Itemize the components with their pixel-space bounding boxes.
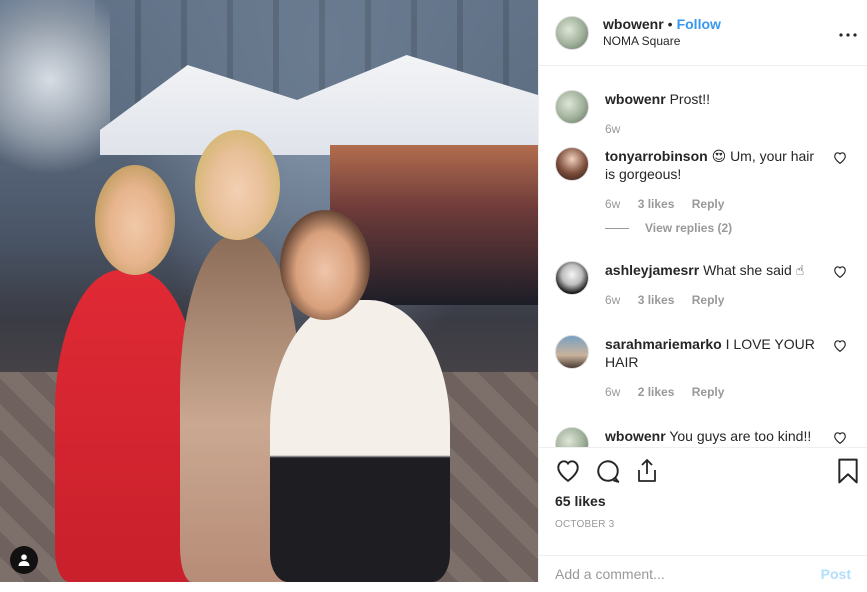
view-replies-line <box>605 227 629 229</box>
reply-button[interactable]: Reply <box>692 293 725 307</box>
share-icon[interactable] <box>635 458 659 489</box>
photo-person-right-head <box>280 210 370 320</box>
like-comment-icon[interactable] <box>833 151 847 169</box>
comment-icon[interactable] <box>595 458 621 489</box>
comment-time[interactable]: 6w <box>605 293 620 307</box>
comment-username[interactable]: tonyarrobinson <box>605 148 708 164</box>
caption-meta: 6w <box>605 122 851 136</box>
comment-meta: 6w 3 likes Reply <box>605 197 851 211</box>
like-comment-icon[interactable] <box>833 339 847 357</box>
view-replies-button[interactable]: View replies (2) <box>605 221 851 235</box>
comment-likes[interactable]: 3 likes <box>638 197 675 211</box>
comment-username[interactable]: ashleyjamesrr <box>605 262 699 278</box>
comment-username[interactable]: sarahmariemarko <box>605 336 722 352</box>
reply-button[interactable]: Reply <box>692 197 725 211</box>
comment-text: You guys are too kind!! <box>669 428 812 444</box>
separator-dot: • <box>667 15 673 32</box>
view-replies-label: View replies (2) <box>645 221 733 235</box>
avatar[interactable] <box>555 335 589 369</box>
reply-button[interactable]: Reply <box>692 385 725 399</box>
comment-likes[interactable]: 3 likes <box>638 293 675 307</box>
comment-username[interactable]: wbowenr <box>605 91 666 107</box>
avatar[interactable] <box>555 427 589 447</box>
comments-list[interactable]: wbowenr Prost!! 6w tonyarrobinson 😍 Um, … <box>539 67 867 447</box>
post-header-meta: wbowenr • Follow NOMA Square <box>603 16 721 50</box>
post-header: wbowenr • Follow NOMA Square <box>539 0 867 66</box>
comment-body: wbowenr You guys are too kind!! <box>605 427 823 445</box>
follow-button[interactable]: Follow <box>677 16 721 32</box>
caption-body: wbowenr Prost!! <box>605 90 823 108</box>
photo-person-center-head <box>195 130 280 240</box>
list-item: ashleyjamesrr What she said ☝ 6w 3 likes… <box>555 261 851 307</box>
comment-time[interactable]: 6w <box>605 385 620 399</box>
avatar[interactable] <box>555 90 589 124</box>
photo-person-left-head <box>95 165 175 275</box>
heart-icon[interactable] <box>555 458 581 487</box>
avatar[interactable] <box>555 15 589 50</box>
likes-count[interactable]: 65 likes <box>555 493 606 509</box>
like-comment-icon[interactable] <box>833 265 847 283</box>
like-comment-icon[interactable] <box>833 431 847 447</box>
post-photo[interactable] <box>0 0 538 582</box>
comment-body: sarahmariemarko I LOVE YOUR HAIR <box>605 335 823 371</box>
avatar[interactable] <box>555 147 589 181</box>
comment-time[interactable]: 6w <box>605 197 620 211</box>
caption: wbowenr Prost!! 6w <box>555 90 851 136</box>
comment-meta: 6w 3 likes Reply <box>605 293 851 307</box>
username-link[interactable]: wbowenr <box>603 16 664 32</box>
tagged-users-icon[interactable] <box>10 546 38 574</box>
post-side-panel: wbowenr • Follow NOMA Square wbowenr Prost… <box>538 0 867 582</box>
photo-person-right <box>270 300 450 582</box>
photo-person-left <box>55 270 200 582</box>
comment-username[interactable]: wbowenr <box>605 428 666 444</box>
more-options-icon[interactable] <box>839 20 857 43</box>
comment-emoji: 😍 <box>711 148 727 164</box>
post-button[interactable]: Post <box>821 566 851 582</box>
action-icons <box>555 458 859 488</box>
comment-likes[interactable]: 2 likes <box>638 385 675 399</box>
add-comment-input[interactable] <box>555 566 813 582</box>
add-comment-row: Post <box>539 555 867 592</box>
avatar[interactable] <box>555 261 589 295</box>
comment-emoji: ☝ <box>795 262 805 278</box>
location-link[interactable]: NOMA Square <box>603 33 721 50</box>
list-item: sarahmariemarko I LOVE YOUR HAIR 6w 2 li… <box>555 335 851 399</box>
list-item: wbowenr You guys are too kind!! <box>555 427 851 447</box>
comment-body: tonyarrobinson 😍 Um, your hair is gorgeo… <box>605 147 823 183</box>
photo-sculpture <box>0 0 110 200</box>
comment-text: What she said <box>703 262 792 278</box>
caption-text: Prost!! <box>669 91 711 107</box>
comment-meta: 6w 2 likes Reply <box>605 385 851 399</box>
comment-time[interactable]: 6w <box>605 122 620 136</box>
bookmark-icon[interactable] <box>837 458 859 489</box>
comment-body: ashleyjamesrr What she said ☝ <box>605 261 823 279</box>
post-actions: 65 likes OCTOBER 3 Post <box>539 447 867 583</box>
list-item: tonyarrobinson 😍 Um, your hair is gorgeo… <box>555 147 851 235</box>
post-date[interactable]: OCTOBER 3 <box>555 519 614 530</box>
